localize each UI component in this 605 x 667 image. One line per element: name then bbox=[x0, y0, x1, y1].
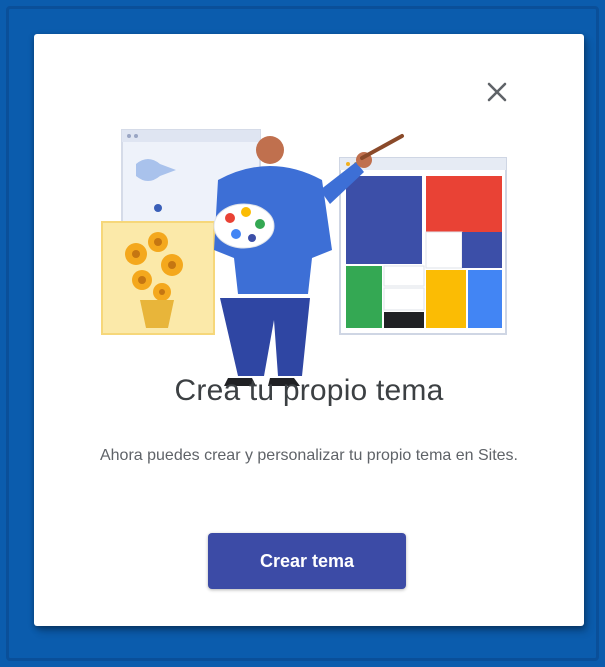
artist-painting-illustration bbox=[101, 129, 507, 386]
screenshot-frame: Crea tu propio tema Ahora puedes crear y… bbox=[0, 0, 605, 667]
dialog-title: Crea tu propio tema bbox=[174, 374, 444, 407]
dialog-description: Ahora puedes crear y personalizar tu pro… bbox=[99, 447, 518, 464]
close-button[interactable] bbox=[481, 76, 513, 108]
close-icon bbox=[487, 82, 507, 102]
create-theme-button[interactable]: Crear tema bbox=[208, 533, 406, 589]
theme-promo-dialog: Crea tu propio tema Ahora puedes crear y… bbox=[34, 34, 584, 626]
